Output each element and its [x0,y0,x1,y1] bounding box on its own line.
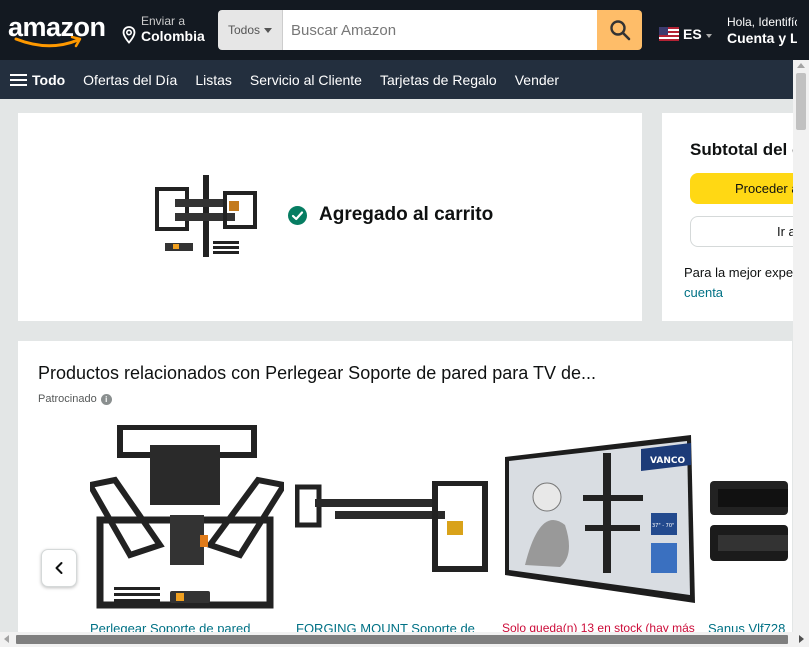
horizontal-scroll-thumb[interactable] [16,635,788,644]
nav-item-servicio[interactable]: Servicio al Cliente [250,72,362,88]
carousel-prev-button[interactable] [41,549,77,587]
nav-item-tarjetas[interactable]: Tarjetas de Regalo [380,72,497,88]
sub-navbar: Todo Ofertas del Día Listas Servicio al … [0,60,809,99]
related-products-card: Productos relacionados con Perlegear Sop… [18,341,792,647]
vertical-scrollbar[interactable] [793,60,809,640]
vertical-scroll-thumb[interactable] [796,73,806,130]
top-navbar: amazon Enviar a Colombia Todos Buscar Am… [0,0,809,60]
scroll-up-arrow-icon[interactable] [797,63,805,68]
check-circle-icon [288,205,307,225]
amazon-logo[interactable]: amazon [8,10,108,50]
language-code: ES [683,26,702,42]
product-image-2[interactable] [295,481,491,573]
product-image-4[interactable] [708,475,788,567]
account-greeting: Hola, Identifícate [727,15,797,29]
nav-item-vender[interactable]: Vender [515,72,559,88]
scroll-right-arrow-icon[interactable] [799,635,804,643]
added-message-text: Agregado al carrito [319,204,494,225]
search-input[interactable] [283,10,597,50]
nav-item-ofertas[interactable]: Ofertas del Día [83,72,177,88]
horizontal-scrollbar[interactable] [0,632,809,647]
subtotal-title: Subtotal del carrito [690,140,809,159]
subtotal-card: Subtotal del carrito Proceder al pago Ir… [662,113,809,321]
box-size-label: 37" - 70" [652,523,674,529]
caret-down-icon [264,27,273,33]
search-category-label: Todos [227,23,261,37]
location-pin-icon [122,26,136,44]
deliver-country: Colombia [141,28,205,44]
info-icon[interactable]: i [100,393,112,405]
product-thumbnail[interactable] [155,175,258,260]
sponsored-text: Patrocinado [38,393,97,405]
language-selector[interactable]: ES [659,26,712,42]
sponsored-label: Patrocinado i [38,393,112,405]
hamburger-icon [10,71,27,89]
us-flag-icon [659,27,679,41]
caret-down-icon [705,34,712,38]
product-image-3[interactable]: VANCO 37" - 70" [505,435,695,603]
search-icon [609,20,630,41]
scroll-left-arrow-icon[interactable] [4,635,9,643]
all-menu-button[interactable]: Todo [10,71,65,89]
related-title: Productos relacionados con Perlegear Sop… [38,363,597,383]
search-category-select[interactable]: Todos [218,10,283,50]
go-to-cart-button[interactable]: Ir al carrito [690,216,809,247]
signin-note: Para la mejor experiencia, inicia sesión… [684,265,809,280]
account-lists-label: Cuenta y Listas [727,30,797,46]
vanco-logo-text: VANCO [650,456,685,466]
logo-smile-icon [14,36,82,48]
product-image-1[interactable] [90,425,284,620]
search-bar: Todos [218,10,642,50]
account-menu[interactable]: Hola, Identifícate Cuenta y Listas [727,15,797,46]
checkout-button[interactable]: Proceder al pago [690,173,809,204]
all-menu-label: Todo [32,71,66,88]
chevron-left-icon [55,562,63,574]
deliver-label: Enviar a [141,14,186,28]
nav-item-listas[interactable]: Listas [195,72,232,88]
added-message: Agregado al carrito [288,204,493,226]
deliver-to[interactable]: Enviar a Colombia [120,14,210,48]
account-link[interactable]: cuenta [684,285,723,300]
added-to-cart-card: Agregado al carrito [18,113,642,321]
search-button[interactable] [597,10,642,50]
